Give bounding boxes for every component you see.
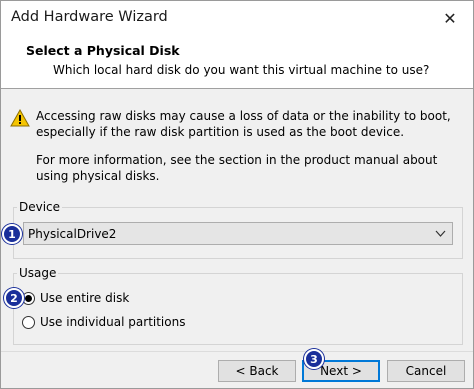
title-bar: Add Hardware Wizard ✕: [1, 1, 473, 35]
back-button[interactable]: < Back: [218, 360, 296, 382]
device-select[interactable]: PhysicalDrive2: [23, 222, 453, 245]
radio-label-individual-partitions: Use individual partitions: [40, 315, 186, 329]
page-title: Select a Physical Disk: [26, 43, 180, 58]
chevron-down-icon: [435, 230, 446, 237]
footer-divider: [1, 351, 473, 352]
wizard-window: Add Hardware Wizard ✕ Select a Physical …: [0, 0, 474, 389]
device-select-value: PhysicalDrive2: [28, 227, 117, 241]
close-icon: ✕: [443, 8, 457, 28]
radio-dot: [25, 294, 32, 302]
radio-label-entire-disk: Use entire disk: [40, 291, 130, 305]
step-badge-1: 1: [2, 224, 22, 244]
radio-use-entire-disk[interactable]: Use entire disk: [22, 289, 129, 307]
warning-text: Accessing raw disks may cause a loss of …: [36, 109, 451, 139]
warning-triangle-icon: [10, 109, 30, 127]
usage-group: [13, 273, 463, 345]
step-badge-3: 3: [304, 349, 324, 369]
wizard-header: Select a Physical Disk Which local hard …: [1, 35, 473, 89]
close-button[interactable]: ✕: [427, 1, 473, 35]
step-badge-2: 2: [4, 288, 24, 308]
usage-group-label: Usage: [17, 266, 59, 280]
cancel-button[interactable]: Cancel: [387, 360, 465, 382]
window-title: Add Hardware Wizard: [11, 9, 168, 25]
page-subtitle: Which local hard disk do you want this v…: [53, 63, 430, 77]
device-group-label: Device: [17, 200, 63, 214]
radio-use-individual-partitions[interactable]: Use individual partitions: [22, 313, 185, 331]
more-info-text: For more information, see the section in…: [36, 153, 438, 183]
radio-button-unchecked[interactable]: [22, 315, 35, 329]
